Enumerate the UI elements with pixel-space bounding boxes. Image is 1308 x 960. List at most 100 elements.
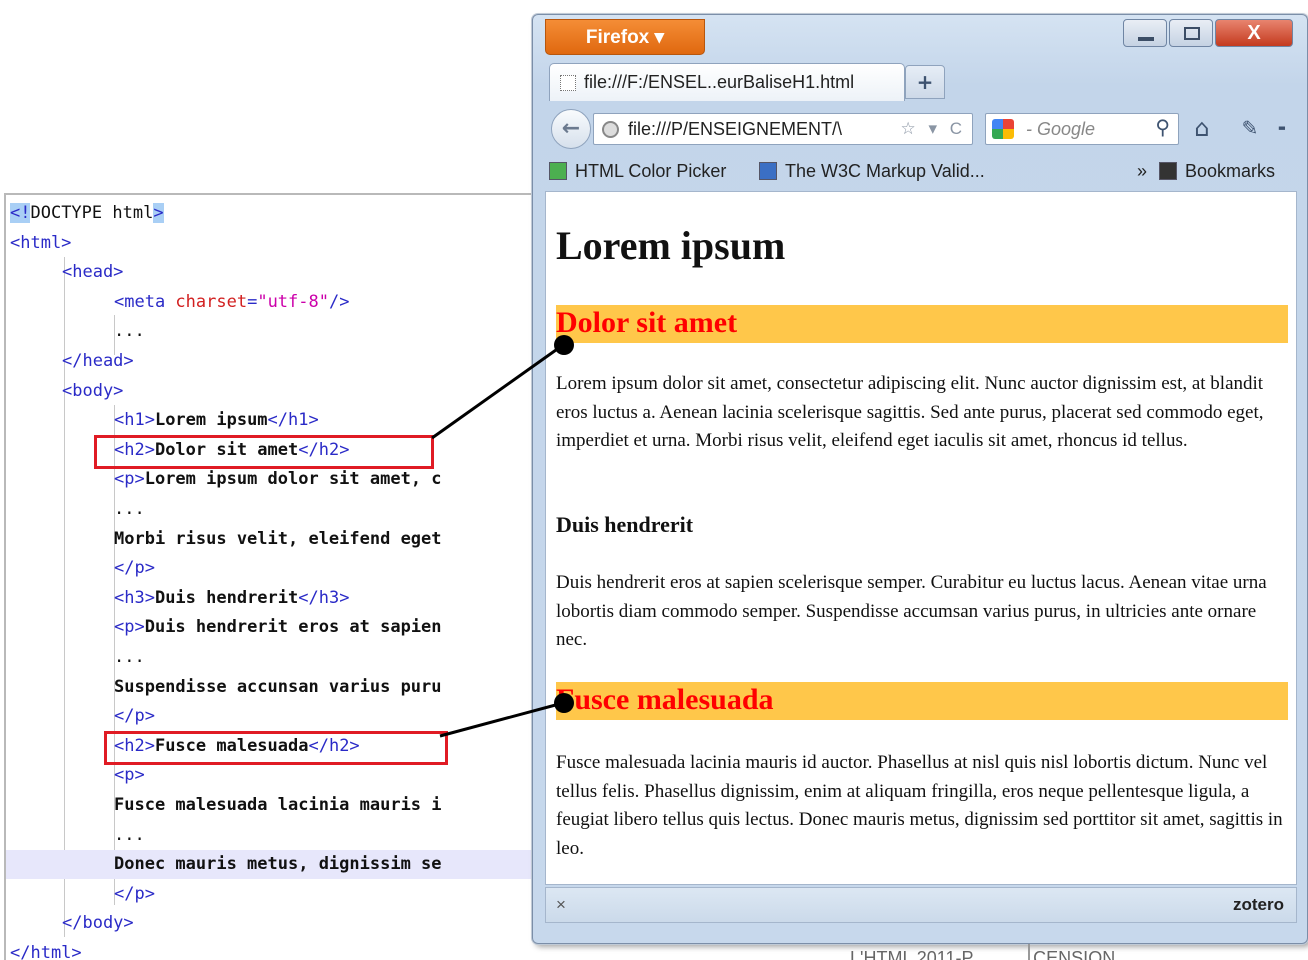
- code-token: <!: [10, 203, 31, 223]
- code-token: Duis hendrerit eros at sapien: [144, 617, 442, 638]
- code-token: ...: [114, 321, 145, 342]
- code-line: Donec mauris metus, dignissim se: [6, 850, 544, 880]
- pin-icon[interactable]: ✎: [1237, 115, 1263, 141]
- tab-title: file:///F:/ENSEL..eurBaliseH1.html: [584, 72, 855, 92]
- code-token: </head>: [62, 351, 134, 371]
- code-token: Donec mauris metus, dignissim se: [114, 854, 442, 875]
- code-token: Morbi risus velit, eleifend eget: [114, 528, 442, 549]
- highlight-h2-fusce: [104, 731, 448, 765]
- bookmark-label: HTML Color Picker: [575, 161, 727, 181]
- url-bar[interactable]: file:///P/ENSEIGNEMENT/\ ☆ ▾ C: [593, 113, 973, 145]
- code-line: <h3>Duis hendrerit</h3>: [6, 584, 544, 613]
- back-button[interactable]: ←: [551, 109, 591, 149]
- bookmark-color-picker[interactable]: HTML Color Picker: [549, 153, 726, 189]
- minimize-button[interactable]: [1123, 19, 1167, 47]
- status-bar: × zotero: [545, 887, 1297, 923]
- code-token: </h1>: [267, 410, 319, 431]
- code-token: />: [328, 291, 350, 312]
- code-token: <h1>: [114, 410, 155, 431]
- code-line: </p>: [6, 702, 544, 731]
- browser-tab[interactable]: file:///F:/ENSEL..eurBaliseH1.html: [549, 63, 905, 101]
- code-token: Lorem ipsum dolor sit amet, c: [144, 469, 442, 490]
- page-h3: Duis hendrerit: [556, 512, 694, 537]
- code-line: <meta charset="utf-8"/>: [6, 288, 544, 317]
- bookmarks-icon: [1159, 162, 1177, 180]
- bookmarks-menu-button[interactable]: Bookmarks: [1159, 153, 1275, 189]
- code-line: Suspendisse accunsan varius puru: [6, 673, 544, 702]
- globe-icon: [602, 121, 619, 138]
- code-line: </body>: [6, 909, 544, 938]
- bookmarks-overflow-button[interactable]: »: [1137, 153, 1147, 189]
- code-token: <h3>: [114, 587, 155, 608]
- code-token: Suspendisse accunsan varius puru: [114, 676, 442, 697]
- code-token: "utf-8": [257, 291, 329, 312]
- code-line: <html>: [6, 229, 544, 258]
- close-addon-bar-icon[interactable]: ×: [556, 888, 566, 922]
- minimize-icon: [1138, 37, 1154, 41]
- bookmark-w3c-validator[interactable]: The W3C Markup Valid...: [759, 153, 985, 189]
- close-window-button[interactable]: X: [1215, 19, 1293, 47]
- navigation-toolbar: ← file:///P/ENSEIGNEMENT/\ ☆ ▾ C - Googl…: [533, 101, 1307, 151]
- code-token: ...: [114, 499, 145, 519]
- page-h2-fusce: Fusce malesuada: [556, 682, 1288, 720]
- bookmark-label: The W3C Markup Valid...: [785, 161, 985, 181]
- code-token: <head>: [62, 262, 124, 283]
- code-line: </head>: [6, 347, 544, 376]
- code-token: </p>: [114, 706, 155, 727]
- url-text: file:///P/ENSEIGNEMENT/\: [628, 119, 843, 139]
- code-token: charset: [175, 291, 248, 312]
- home-icon[interactable]: ⌂: [1189, 115, 1215, 141]
- code-line: ...: [6, 317, 544, 346]
- new-tab-button[interactable]: +: [905, 65, 945, 99]
- firefox-menu-button[interactable]: Firefox ▾: [545, 19, 705, 55]
- code-token: </p>: [114, 883, 155, 904]
- search-bar[interactable]: - Google ⚲: [985, 113, 1179, 145]
- code-token: <p>: [114, 765, 145, 786]
- page-icon: [560, 75, 576, 91]
- code-line: Fusce malesuada lacinia mauris i: [6, 791, 544, 820]
- menu-icon[interactable]: ╸: [1275, 115, 1295, 141]
- bookmarks-toolbar: HTML Color Picker The W3C Markup Valid..…: [533, 153, 1307, 189]
- code-line: <p>Duis hendrerit eros at sapien: [6, 613, 544, 642]
- code-token: </body>: [62, 913, 134, 934]
- code-line: Morbi risus velit, eleifend eget: [6, 525, 544, 554]
- code-line: </p>: [6, 880, 544, 909]
- search-placeholder: - Google: [1026, 119, 1096, 139]
- code-token: <html>: [10, 232, 72, 253]
- code-token: =: [247, 291, 258, 312]
- code-line: <p>: [6, 761, 544, 790]
- code-line: </html>: [6, 939, 544, 960]
- page-paragraph-1: Lorem ipsum dolor sit amet, consectetur …: [556, 373, 1264, 451]
- google-icon: [992, 119, 1014, 139]
- w3c-icon: [759, 162, 777, 180]
- code-line: <!DOCTYPE html>: [6, 199, 544, 228]
- bookmark-label: Bookmarks: [1185, 161, 1276, 181]
- code-line: </p>: [6, 554, 544, 583]
- page-viewport: Lorem ipsum Dolor sit amet Lorem ipsum d…: [545, 191, 1297, 885]
- color-picker-icon: [549, 162, 567, 180]
- code-line: <h1>Lorem ipsum</h1>: [6, 406, 544, 435]
- code-token: Fusce malesuada lacinia mauris i: [114, 795, 442, 815]
- code-token: <meta: [114, 291, 176, 312]
- search-icon[interactable]: ⚲: [1155, 113, 1170, 143]
- code-token: ...: [114, 824, 145, 845]
- code-token: Duis hendrerit: [154, 587, 299, 608]
- url-bar-icons[interactable]: ☆ ▾ C: [901, 114, 967, 144]
- code-line: ...: [6, 643, 544, 672]
- page-paragraph-3: Fusce malesuada lacinia mauris id auctor…: [556, 752, 1283, 859]
- code-token: ...: [114, 647, 145, 667]
- page-h2-dolor: Dolor sit amet: [556, 305, 1288, 343]
- code-editor: <!DOCTYPE html> <html> <head> <meta charset…: [4, 193, 544, 960]
- maximize-button[interactable]: [1169, 19, 1213, 47]
- code-line: <body>: [6, 377, 544, 406]
- code-token: >: [153, 203, 164, 223]
- zotero-button[interactable]: zotero: [1233, 888, 1284, 922]
- code-token: <p>: [114, 617, 145, 638]
- code-line: <p>Lorem ipsum dolor sit amet, c: [6, 465, 544, 494]
- maximize-icon: [1184, 27, 1200, 40]
- code-token: <p>: [114, 469, 145, 490]
- code-token: <body>: [62, 380, 124, 401]
- firefox-window: Firefox ▾ X file:///F:/ENSEL..eurBaliseH…: [532, 14, 1308, 944]
- code-token: </h3>: [298, 587, 350, 608]
- code-token: </p>: [114, 558, 155, 579]
